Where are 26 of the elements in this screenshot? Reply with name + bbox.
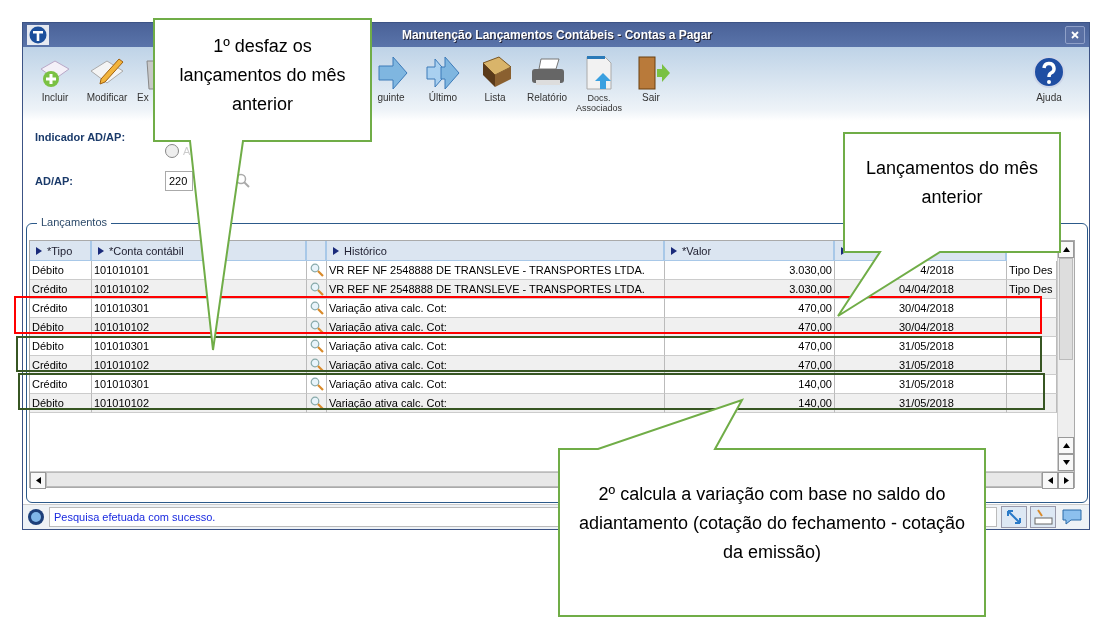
table-cell: Débito [30,318,92,337]
field-label: Indicador AD/AP: [35,130,127,143]
callout-text: 1º desfaz os lançamentos do mês anterior [178,35,347,116]
toolbar-button[interactable]: guinte [365,53,417,103]
column-header[interactable]: Histórico [327,241,665,261]
toolbar-button[interactable]: Modificar [81,53,133,103]
table-cell: 30/04/2018 [835,318,1007,337]
toolbar-button[interactable]: Sair [625,53,677,103]
toolbar-button[interactable]: Incluir [29,53,81,103]
toolbar-button[interactable]: Lista [469,53,521,103]
toolbar-button[interactable]: Relatório [521,53,573,103]
table-cell: 470,00 [665,318,835,337]
column-header[interactable]: *Tipo [30,241,92,261]
table-cell: 101010102 [92,394,307,413]
window-title: Manutenção Lançamentos Contábeis - Contas a Pagar [400,28,714,42]
adap-input-field[interactable]: 220 [165,171,193,191]
table-cell: Débito [30,394,92,413]
toolbar-button[interactable]: Último [417,53,469,103]
column-header[interactable]: *Valor [665,241,835,261]
toolbar-button[interactable]: Docs. Associados [573,53,625,113]
field-label: AD/AP: [35,175,74,187]
callout-text: 2º calcula a variação com base no saldo do adiantamento (cotação do fechamento - cotação da emissão) [577,483,967,564]
callout-text: Lançamentos do mês anterior [864,157,1040,209]
group-title: Lançamentos [37,216,112,228]
toolbar-button[interactable]: Ajuda [1023,53,1075,103]
table-cell: Variação ativa calc. Cot: [327,318,665,337]
